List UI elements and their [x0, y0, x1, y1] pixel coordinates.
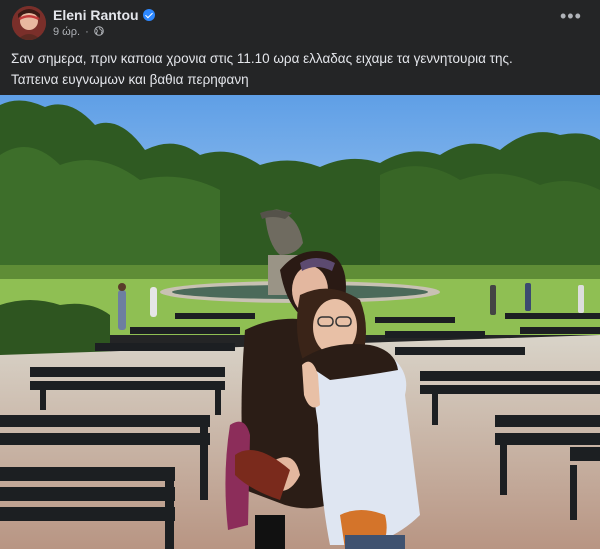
author-name-text[interactable]: Eleni Rantou: [53, 7, 139, 23]
caption-line: Σαν σημερα, πριν καποια χρονια στις 11.1…: [11, 51, 513, 66]
post-meta: 9 ώρ. ·: [53, 26, 104, 38]
post-caption: Σαν σημερα, πριν καποια χρονια στις 11.1…: [11, 48, 591, 90]
post-timestamp[interactable]: 9 ώρ.: [53, 26, 80, 38]
globe-icon: [94, 26, 104, 36]
verified-badge-icon: [142, 9, 155, 21]
post-photo[interactable]: [0, 95, 600, 549]
caption-line: Ταπεινα ευγνωμων και βαθια περηφανη: [11, 72, 249, 87]
facebook-post: Eleni Rantou 9 ώρ. · ••• Σαν σημερα, πρι…: [0, 0, 600, 549]
post-header: Eleni Rantou 9 ώρ. · •••: [0, 0, 600, 44]
author-name[interactable]: Eleni Rantou: [53, 7, 155, 23]
more-options-icon[interactable]: •••: [560, 7, 581, 28]
meta-separator: ·: [85, 26, 89, 38]
author-avatar[interactable]: [12, 6, 46, 40]
